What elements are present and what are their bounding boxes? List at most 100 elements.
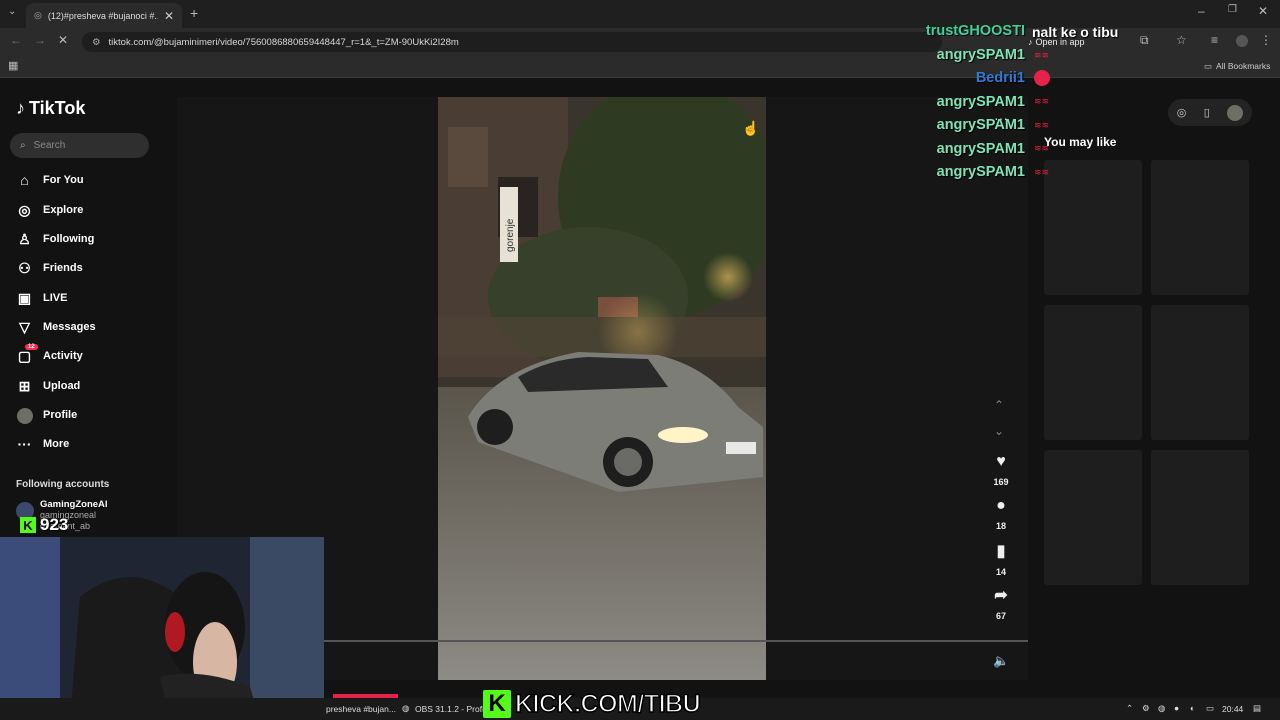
kick-logo-icon: K [20,517,36,533]
nav-item-messages[interactable]: ▽ Messages [16,316,96,338]
nav-item-explore[interactable]: ◎ Explore [16,199,83,221]
nav-label: Activity [43,350,83,362]
nav-item-live[interactable]: ▣ LIVE [16,287,68,309]
recommendation-card[interactable] [1151,305,1249,440]
nav-item-for-you[interactable]: ⌂ For You [16,169,83,191]
address-bar[interactable]: ⚙ tiktok.com/@bujaminimeri/video/7560086… [82,32,942,52]
nav-item-profile[interactable]: Profile [16,404,77,426]
save-count: 14 [995,567,1006,577]
browser-tab[interactable]: ◎ (12)#presheva #bujanoci #... ✕ [26,3,182,28]
speaker-icon[interactable]: ◐ [1190,703,1195,713]
compass-icon: ◎ [18,201,31,218]
tray-chevron-icon[interactable]: ⌃ [1126,703,1133,714]
gorenje-sign: gorenje [505,218,516,252]
network-icon[interactable]: ▭ [1206,703,1214,714]
recommendation-card[interactable] [1044,450,1142,585]
chat-username: angrySPAM1 [936,140,1025,157]
nav-item-friends[interactable]: ⚇ Friends [16,257,83,279]
tiktok-logo[interactable]: ♪ TikTok [16,98,85,119]
video-frame: gorenje [438,97,766,680]
tray-icon[interactable]: ⚙ [1142,703,1150,714]
restore-icon[interactable]: ❐ [1228,4,1237,15]
star-icon[interactable]: ☆ [1176,33,1187,47]
extensions-icon[interactable]: ⧉ [1140,33,1149,48]
menu-icon[interactable]: ⋮ [1260,33,1272,47]
recommendation-card[interactable] [1044,305,1142,440]
speaker-icon: ◎ [34,10,42,20]
taskbar-item-obs[interactable]: OBS 31.1.2 - Profile [415,704,491,714]
live-icon: ▣ [17,289,32,306]
microphone-icon[interactable]: ● [1174,703,1179,713]
nav-item-following[interactable]: ♙ Following [16,228,94,250]
nav-item-more[interactable]: ··· More [16,433,70,455]
chat-overlay: trustGHOOSTI angrySPAM1 Bedrii1 angrySPA… [880,23,1025,188]
nav-label: Messages [43,321,96,333]
recommendation-card[interactable] [1044,160,1142,295]
comment-button[interactable]: ● 18 [986,497,1016,531]
new-tab-icon[interactable]: + [190,5,198,21]
home-icon: ⌂ [20,172,29,188]
comment-icon: ● [996,497,1006,514]
share-count: 67 [995,611,1006,621]
tray-icon[interactable]: ◍ [1158,703,1165,714]
spam-emote-icon: ≋≋ [1034,50,1050,60]
folder-icon: ▭ [1204,61,1213,71]
close-tab-icon[interactable]: ✕ [164,9,174,23]
more-icon: ··· [17,436,32,452]
chat-username: trustGHOOSTI [925,23,1025,39]
chat-username: angrySPAM1 [936,46,1025,63]
bookmarks-bar: ▦ ▭ All Bookmarks [0,56,1280,78]
site-info-icon[interactable]: ⚙ [92,37,101,48]
compass-icon[interactable]: ◎ [1177,106,1187,119]
like-button[interactable]: ♥ 169 [986,453,1016,487]
nav-label: More [43,438,70,450]
tiktok-note-icon: ♪ [16,98,25,118]
media-icon[interactable]: ≡ [1211,33,1218,47]
back-icon[interactable]: ← [10,33,22,47]
volume-icon[interactable]: 🔈 [993,653,1009,669]
avatar [16,406,33,424]
stop-icon[interactable]: ✕ [58,33,68,47]
avatar[interactable] [1227,104,1244,121]
apps-icon[interactable]: ▦ [8,59,18,72]
minimize-icon[interactable]: – [1198,4,1205,18]
following-accounts-title: Following accounts [16,479,110,490]
video-progress-bar[interactable] [324,640,1028,642]
you-may-like-title: You may like [1044,135,1117,149]
mouse-cursor-icon: ☝ [742,120,760,136]
chat-message: nalt ke o tibu [1032,24,1119,40]
profile-avatar-icon[interactable] [1236,35,1248,47]
phone-icon[interactable]: ▯ [1204,106,1210,119]
spam-emote-icon: ≋≋ [1034,120,1050,130]
spam-emote-icon: ≋≋ [1034,167,1050,177]
spam-emote-icon: ≋≋ [1034,96,1050,106]
tab-search-icon[interactable]: ⌄ [8,6,16,17]
viewer-count: K 923 [20,515,68,535]
video-player[interactable]: gorenje [438,97,766,680]
recommendation-card[interactable] [1151,160,1249,295]
nav-label: Following [43,233,95,245]
viewer-count-number: 923 [40,515,69,534]
nav-item-activity[interactable]: ▢ 12 Activity [16,343,83,367]
activity-badge: 12 [25,343,38,350]
search-input[interactable]: ⌕ Search [10,133,149,158]
nav-item-upload[interactable]: ⊞ Upload [16,375,81,397]
recommendation-card[interactable] [1151,450,1249,585]
search-icon: ⌕ [20,140,26,151]
previous-video-icon[interactable]: ⌃ [994,398,1004,412]
messages-icon: ▽ [19,318,30,335]
top-actions: ◎ ▯ [1168,99,1252,126]
all-bookmarks-button[interactable]: ▭ All Bookmarks [1204,61,1270,72]
notifications-icon[interactable]: ▤ [1253,703,1261,714]
kick-banner: K KICK.COM/TIBU [483,688,701,720]
following-icon: ♙ [18,230,31,247]
next-video-icon[interactable]: ⌄ [994,424,1004,438]
share-button[interactable]: ➦ 67 [986,585,1016,621]
close-window-icon[interactable]: ✕ [1258,4,1268,18]
kick-url: KICK.COM/TIBU [514,689,701,719]
search-placeholder: Search [33,140,66,151]
clock[interactable]: 20:44 [1222,704,1243,714]
forward-icon[interactable]: → [34,33,46,47]
save-button[interactable]: ▮ 14 [986,541,1016,577]
taskbar-item-browser[interactable]: presheva #bujan... [326,704,396,714]
